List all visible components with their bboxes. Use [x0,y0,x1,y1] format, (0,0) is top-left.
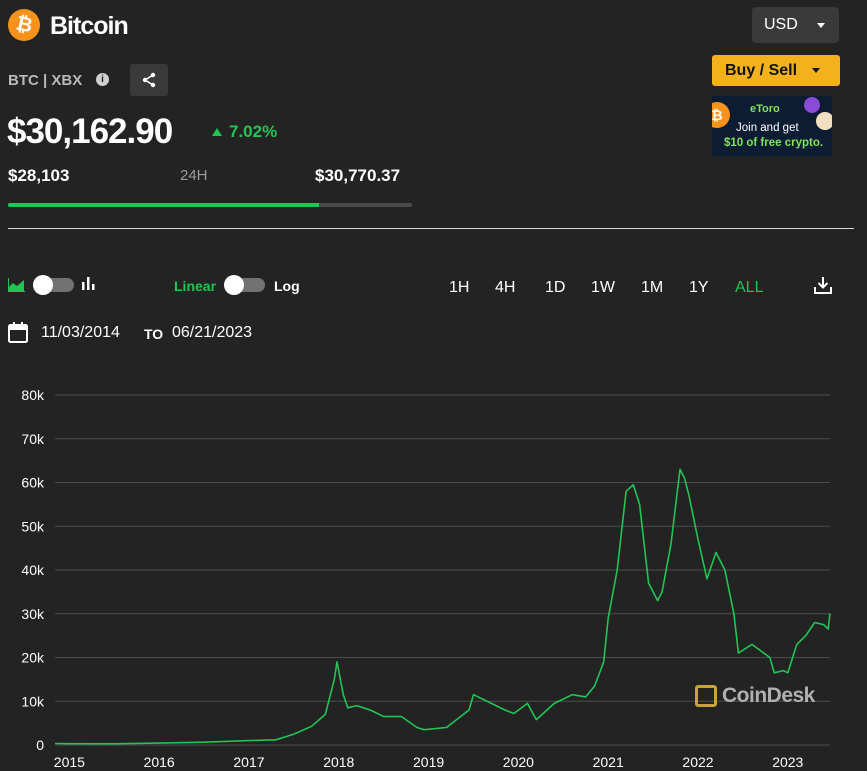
buy-sell-label: Buy / Sell [725,61,798,79]
ad-text-line2: $10 of free crypto. [724,137,824,149]
arrow-up-icon [212,128,222,136]
download-icon[interactable] [814,276,832,294]
share-icon [142,72,156,88]
y-tick-label: 40k [21,562,45,578]
range-bar [8,203,412,207]
date-to-label: TO [144,326,164,342]
area-chart-icon[interactable] [8,277,25,292]
y-tick-label: 60k [21,475,45,491]
bar-chart-icon[interactable] [81,276,96,291]
x-tick-label: 2018 [323,754,354,770]
chevron-down-icon [817,23,825,28]
ad-bitcoin-icon: ₿ [712,102,730,128]
linear-scale-label[interactable]: Linear [174,278,216,294]
range-button-4h[interactable]: 4H [495,279,515,297]
chevron-down-icon [812,68,820,73]
toggle-knob [33,275,53,295]
range-low-value: $28,103 [8,166,70,185]
coindesk-watermark: CoinDesk [695,684,815,708]
x-tick-label: 2020 [503,754,534,770]
page-title: Bitcoin [50,12,129,40]
toggle-knob [224,275,244,295]
range-button-1y[interactable]: 1Y [689,279,709,297]
range-button-all[interactable]: ALL [735,279,763,297]
x-tick-label: 2023 [772,754,803,770]
price-change: 7.02% [212,122,277,142]
chart-type-toggle[interactable] [33,275,74,295]
date-to[interactable]: 06/21/2023 [172,324,252,342]
x-tick-label: 2022 [682,754,713,770]
ad-brand-logo: eToro [750,103,780,115]
ad-coin-icon [804,97,820,113]
current-price: $30,162.90 [7,112,173,151]
y-tick-label: 20k [21,650,45,666]
x-tick-label: 2017 [233,754,264,770]
watermark-text: CoinDesk [722,684,815,707]
range-label: 24H [180,167,208,184]
range-high-value: $30,770.37 [315,166,401,185]
ad-banner[interactable]: ₿ eToro Join and get $10 of free crypto. [712,96,832,156]
x-tick-label: 2021 [593,754,624,770]
scale-toggle[interactable] [224,275,265,295]
x-tick-label: 2016 [144,754,175,770]
buy-sell-button[interactable]: Buy / Sell [712,55,840,86]
ticker-label: BTC | XBX [8,72,83,89]
currency-value: USD [764,16,798,33]
y-tick-label: 80k [21,387,45,403]
ad-coin-icon [816,112,832,130]
x-tick-label: 2015 [54,754,85,770]
price-chart[interactable]: 0 10k 20k 30k 40k 50k 60k 70k 80k 2015 2016 2017 20… [0,380,867,771]
y-tick-label: 10k [21,693,45,709]
calendar-icon[interactable] [8,322,28,343]
y-tick-label: 30k [21,606,45,622]
range-button-1m[interactable]: 1M [641,279,663,297]
x-tick-label: 2019 [413,754,444,770]
bitcoin-logo-icon: ₿ [8,9,40,41]
log-scale-label[interactable]: Log [274,278,300,294]
ad-text-line1: Join and get [736,122,799,134]
range-button-1h[interactable]: 1H [449,279,469,297]
range-bar-fill [8,203,320,207]
currency-select[interactable]: USD [752,7,839,43]
date-from[interactable]: 11/03/2014 [41,324,120,342]
y-tick-label: 50k [21,518,45,534]
range-button-1d[interactable]: 1D [545,279,565,297]
price-change-value: 7.02% [229,122,278,141]
y-tick-label: 70k [21,431,45,447]
y-tick-label: 0 [36,737,44,753]
coindesk-logo-icon [695,685,717,707]
share-button[interactable] [130,64,168,96]
divider [8,228,854,229]
info-icon[interactable]: i [96,73,109,86]
range-button-1w[interactable]: 1W [591,279,615,297]
